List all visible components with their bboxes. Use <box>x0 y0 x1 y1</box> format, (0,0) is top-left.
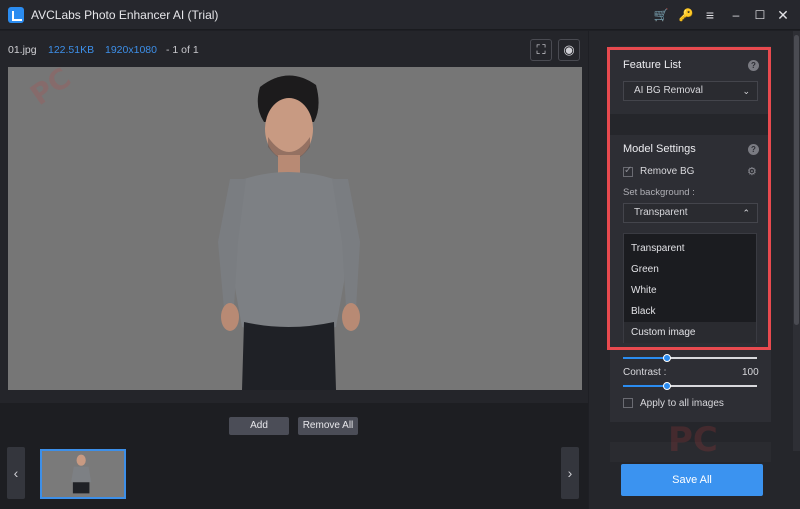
thumbnail-panel: Add Remove All ‹ › <box>0 403 588 509</box>
highlight-annotation-box <box>607 47 771 350</box>
settings-scrollbar[interactable] <box>793 31 800 451</box>
portrait-photo <box>218 75 360 390</box>
chevron-right-icon[interactable]: › <box>561 447 579 499</box>
preview-eye-icon[interactable]: ◉ <box>558 39 580 61</box>
contrast-slider-handle[interactable] <box>663 382 671 390</box>
apply-all-checkbox[interactable] <box>623 398 633 408</box>
page-indicator: - 1 of 1 <box>166 44 199 56</box>
image-resolution: 1920x1080 <box>105 44 157 56</box>
apply-all-label: Apply to all images <box>640 398 724 409</box>
file-name: 01.jpg <box>8 44 37 56</box>
app-logo-icon <box>8 7 24 23</box>
save-all-button[interactable]: Save All <box>621 464 763 496</box>
cart-icon[interactable]: 🛒 <box>652 6 670 24</box>
brightness-slider-handle[interactable] <box>663 354 671 362</box>
thumbnail-photo <box>71 454 92 494</box>
workspace: 01.jpg 122.51KB 1920x1080 - 1 of 1 ⛶ ◉ A… <box>0 31 588 509</box>
app-title: AVCLabs Photo Enhancer AI (Trial) <box>31 8 219 22</box>
contrast-label: Contrast : <box>623 367 667 378</box>
remove-all-button[interactable]: Remove All <box>298 417 358 435</box>
file-size: 122.51KB <box>48 44 95 56</box>
contrast-slider-fill <box>623 385 667 387</box>
scrollbar-thumb[interactable] <box>794 35 799 325</box>
menu-icon[interactable]: ≡ <box>701 6 719 24</box>
brightness-slider[interactable] <box>623 354 757 362</box>
maximize-icon[interactable]: ☐ <box>751 6 769 24</box>
contrast-value: 100 <box>742 367 759 378</box>
key-icon[interactable]: 🔑 <box>677 6 695 24</box>
close-icon[interactable]: ✕ <box>774 6 792 24</box>
image-info-bar: 01.jpg 122.51KB 1920x1080 - 1 of 1 ⛶ ◉ <box>0 31 588 67</box>
image-thumbnail[interactable] <box>40 449 126 499</box>
chevron-left-icon[interactable]: ‹ <box>7 447 25 499</box>
title-bar: AVCLabs Photo Enhancer AI (Trial) 🛒 🔑 ≡ … <box>0 0 800 30</box>
brightness-slider-fill <box>623 357 667 359</box>
minimize-icon[interactable]: – <box>727 6 745 24</box>
crop-icon[interactable]: ⛶ <box>530 39 552 61</box>
contrast-slider[interactable] <box>623 382 757 390</box>
image-preview-canvas[interactable] <box>8 67 582 390</box>
add-button[interactable]: Add <box>229 417 289 435</box>
watermark-right: PC <box>668 420 718 460</box>
